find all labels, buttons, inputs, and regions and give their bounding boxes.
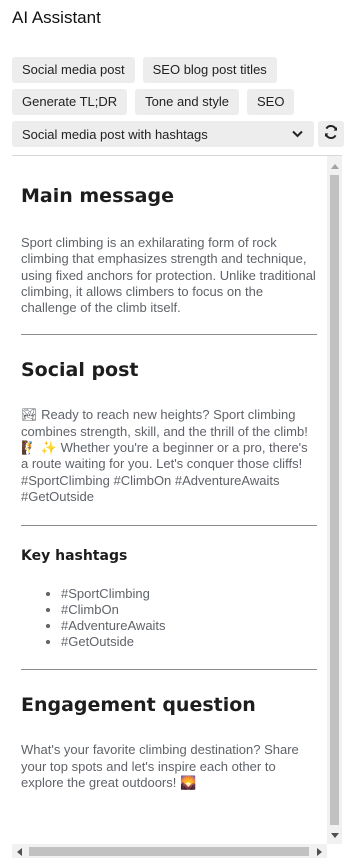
hashtag-list: #SportClimbing #ClimbOn #AdventureAwaits… [21,586,317,650]
scroll-up-icon[interactable] [331,164,339,169]
scroll-right-icon[interactable] [317,848,322,856]
list-item: #ClimbOn [61,602,317,618]
engagement-question-heading: Engagement question [21,694,256,717]
prompt-chip-generate-tldr[interactable]: Generate TL;DR [12,89,128,115]
refresh-button[interactable] [318,121,344,147]
horizontal-scrollbar[interactable] [12,844,327,858]
scroll-down-icon[interactable] [331,833,339,838]
template-select[interactable]: Social media post with hashtags [12,121,314,147]
vertical-scroll-thumb[interactable] [330,175,339,825]
engagement-question-text: What's your favorite climbing destinatio… [21,742,299,790]
chevron-down-icon [290,127,304,141]
template-select-value: Social media post with hashtags [22,126,208,142]
result-panel: Main message Sport climbing is an exhila… [12,155,342,858]
sunrise-mountain-emoji: 🌄 [180,774,197,790]
prompt-chip-social-media-post[interactable]: Social media post [12,57,135,83]
prompt-chip-seo[interactable]: SEO [246,89,295,115]
horizontal-scroll-thumb[interactable] [29,847,309,856]
app-title: AI Assistant [12,8,101,27]
key-hashtags-heading: Key hashtags [21,548,128,565]
list-item: #AdventureAwaits [61,618,317,634]
list-item: #SportClimbing [61,586,317,602]
social-post-text: 🏞 Ready to reach new heights? Sport clim… [21,407,308,504]
list-item: #GetOutside [61,634,317,650]
prompt-row-1: Social media post SEO blog post titles [12,57,277,83]
climbing-sparkles-emoji: 🧗 ✨ [21,440,57,456]
main-message-heading: Main message [21,185,174,207]
beach-emoji: 🏞 [21,407,38,423]
refresh-icon [323,124,339,145]
scroll-left-icon[interactable] [17,848,22,856]
prompt-row-2: Generate TL;DR Tone and style SEO [12,89,295,115]
vertical-scrollbar[interactable] [327,156,342,844]
main-message-text: Sport climbing is an exhilarating form o… [21,235,316,316]
result-content: Main message Sport climbing is an exhila… [12,156,326,842]
prompt-chip-tone-and-style[interactable]: Tone and style [135,89,239,115]
prompt-chip-seo-blog-titles[interactable]: SEO blog post titles [142,57,277,83]
social-post-heading: Social post [21,359,139,382]
